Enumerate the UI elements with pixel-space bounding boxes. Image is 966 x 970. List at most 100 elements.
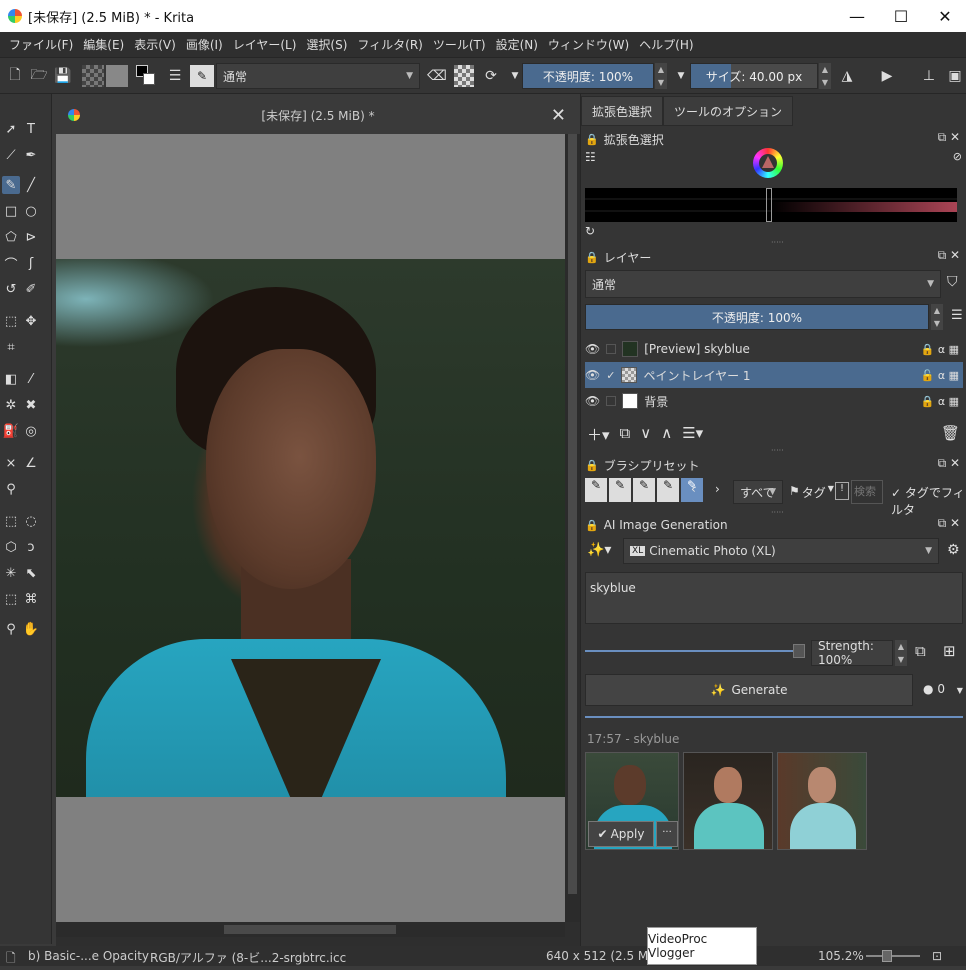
preset-filter-select[interactable]: すべて ▼ — [733, 480, 783, 504]
layer-name[interactable]: ペイントレイヤー 1 — [643, 367, 750, 384]
layer-row[interactable]: 👁 ✓ ペイントレイヤー 1 🔓 α ▦ — [585, 362, 963, 388]
pan-tool-icon[interactable]: ✋ — [22, 620, 40, 638]
float-close-icon[interactable]: ⧉ ✕ — [938, 248, 960, 263]
save-icon[interactable]: 💾 — [52, 65, 74, 87]
filter-icon[interactable]: ⛉ — [947, 274, 958, 290]
document-tab[interactable]: [未保存] (2.5 MiB) * ✕ — [56, 96, 580, 134]
layer-properties-icon[interactable]: ☰▾ — [682, 424, 703, 445]
eraser-icon[interactable]: ⌫ — [426, 65, 448, 87]
float-close-icon[interactable]: ⧉ ✕ — [938, 130, 960, 145]
prev-arrow-icon[interactable]: ‹ — [691, 482, 696, 496]
magnetic-select-icon[interactable]: ⌘ — [22, 590, 40, 608]
eye-icon[interactable]: 👁 — [585, 342, 600, 356]
layer-name[interactable]: 背景 — [644, 393, 668, 410]
menu-file[interactable]: ファイル(F) — [4, 36, 78, 53]
move-down-icon[interactable]: ∨ — [640, 424, 651, 445]
freehand-brush-icon[interactable]: ✎ — [2, 176, 20, 194]
enclose-fill-icon[interactable]: ◎ — [22, 422, 40, 440]
add-region-icon[interactable]: ⊞ — [943, 642, 956, 660]
line-tool-icon[interactable]: ╱ — [22, 176, 40, 194]
zoom-slider[interactable] — [866, 955, 920, 957]
layer-lock-alpha-icons[interactable]: 🔓 α ▦ — [921, 369, 959, 382]
zoom-tool-icon[interactable]: ⚲ — [2, 620, 20, 638]
layer-checkbox[interactable] — [606, 396, 617, 406]
refresh-icon[interactable]: ↻ — [585, 224, 595, 238]
eye-icon[interactable]: 👁 — [585, 368, 600, 382]
no-entry-icon[interactable]: ⊘ — [953, 150, 962, 163]
layer-opacity-slider[interactable]: 不透明度: 100% — [585, 304, 929, 330]
preset-search-input[interactable] — [851, 480, 883, 504]
layer-row[interactable]: 👁 [Preview] skyblue 🔒 α ▦ — [585, 336, 963, 362]
menu-select[interactable]: 選択(S) — [301, 36, 352, 53]
menu-edit[interactable]: 編集(E) — [78, 36, 129, 53]
minimize-button[interactable]: — — [834, 0, 880, 32]
ellipse-tool-icon[interactable]: ○ — [22, 202, 40, 220]
fullscreen-icon[interactable]: ⊡ — [932, 949, 942, 963]
open-document-icon[interactable]: 🗁 — [28, 65, 50, 87]
alpha-lock-icon[interactable] — [454, 65, 474, 87]
layer-name[interactable]: [Preview] skyblue — [644, 342, 750, 356]
strength-spinner[interactable]: ▲ ▼ — [895, 640, 907, 666]
brush-preset-item[interactable]: ✎ — [609, 478, 631, 502]
color-history-bars[interactable] — [585, 188, 957, 222]
color-swap-icon[interactable] — [136, 65, 156, 87]
apply-button[interactable]: ✔ Apply — [588, 821, 654, 847]
opacity-slider[interactable]: 不透明度: 100% — [522, 63, 654, 89]
brush-preset-icon[interactable]: ✎ — [190, 65, 214, 87]
menu-help[interactable]: ヘルプ(H) — [634, 36, 698, 53]
tab-tool-options[interactable]: ツールのオプション — [663, 96, 794, 126]
freehand-path-icon[interactable]: ʃ — [22, 254, 40, 272]
duplicate-layer-icon[interactable]: ⧉ — [620, 424, 631, 445]
close-document-icon[interactable]: ✕ — [551, 105, 566, 126]
brush-status-icon[interactable]: 🗋 — [6, 949, 16, 970]
tab-advanced-color[interactable]: 拡張色選択 — [581, 96, 664, 126]
measure-tool-icon[interactable]: ∠ — [22, 454, 40, 472]
select-shape-icon[interactable]: ➚ — [2, 120, 20, 138]
float-close-icon[interactable]: ⧉ ✕ — [938, 516, 960, 531]
strength-slider[interactable] — [585, 650, 799, 652]
vertical-scrollbar[interactable] — [565, 134, 580, 922]
freehand-select-icon[interactable]: ↄ — [22, 538, 40, 556]
canvas[interactable] — [56, 134, 565, 922]
brush-preset-item[interactable]: ✎ — [657, 478, 679, 502]
brush-preset-item[interactable]: ✎ — [633, 478, 655, 502]
lock-icon[interactable]: 🔒 — [585, 519, 599, 532]
assistant-tool-icon[interactable]: ⨯ — [2, 454, 20, 472]
workspace-icon[interactable]: ▣ — [944, 65, 966, 87]
workspace-mode-icon[interactable]: ✨▾ — [587, 542, 611, 558]
model-select[interactable]: XL Cinematic Photo (XL) ▼ — [623, 538, 939, 564]
exclamation-icon[interactable]: ! — [835, 482, 849, 500]
settings-list-icon[interactable]: ☷ — [585, 150, 596, 164]
more-options-button[interactable]: ··· — [656, 821, 678, 847]
menu-image[interactable]: 画像(I) — [181, 36, 228, 53]
polygon-tool-icon[interactable]: ⬠ — [2, 228, 20, 246]
multibrush-icon[interactable]: ✐ — [22, 280, 40, 298]
menu-settings[interactable]: 設定(N) — [491, 36, 543, 53]
menu-filter[interactable]: フィルタ(R) — [352, 36, 427, 53]
rectangle-tool-icon[interactable]: □ — [2, 202, 20, 220]
bezier-select-icon[interactable]: ⬚ — [2, 590, 20, 608]
transform-tool-icon[interactable]: ⬚ — [2, 312, 20, 330]
menu-view[interactable]: 表示(V) — [129, 36, 181, 53]
next-arrow-icon[interactable]: › — [715, 482, 720, 496]
close-button[interactable]: ✕ — [922, 0, 966, 32]
menu-window[interactable]: ウィンドウ(W) — [543, 36, 634, 53]
smart-patch-icon[interactable]: ✲ — [2, 396, 20, 414]
wrap-around-icon[interactable]: ⊥ — [918, 65, 940, 87]
checkmark-icon[interactable]: ✓ — [606, 369, 615, 382]
calligraphy-icon[interactable]: ✒ — [22, 146, 40, 164]
layer-row[interactable]: 👁 背景 🔒 α ▦ — [585, 388, 963, 414]
chevron-down-icon[interactable]: ▼ — [670, 65, 692, 87]
edit-shapes-icon[interactable]: ⟋ — [2, 146, 20, 164]
size-spinner[interactable]: ▲ ▼ — [819, 63, 831, 89]
lock-icon[interactable]: 🔒 — [585, 459, 599, 472]
move-tool-icon[interactable]: ✥ — [22, 312, 40, 330]
tag-button[interactable]: ⚑ タグ ▼ — [789, 484, 834, 501]
polygon-select-icon[interactable]: ⬡ — [2, 538, 20, 556]
maximize-button[interactable]: ☐ — [878, 0, 924, 32]
add-layer-icon[interactable]: ＋▾ — [587, 424, 610, 445]
brush-options-icon[interactable]: ☰ — [164, 65, 186, 87]
reference-tool-icon[interactable]: ⚲ — [2, 480, 20, 498]
layer-blend-select[interactable]: 通常 ▼ — [585, 270, 941, 298]
delete-layer-icon[interactable]: 🗑 — [941, 424, 960, 442]
